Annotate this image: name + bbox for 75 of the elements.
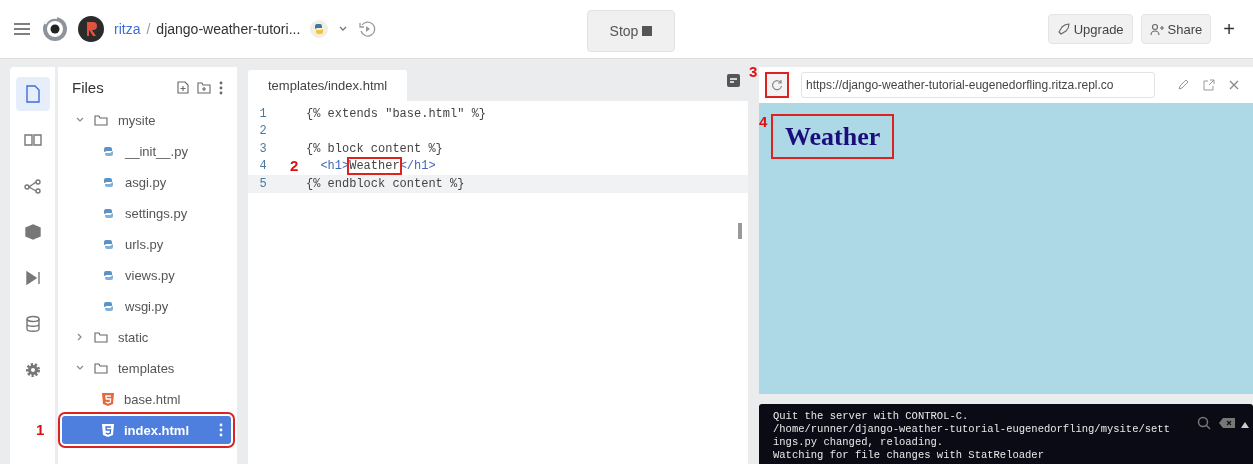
panel-title: Files bbox=[72, 79, 105, 96]
file-item[interactable]: base.html bbox=[62, 385, 231, 413]
python-file-icon bbox=[102, 144, 115, 158]
line-number: 2 bbox=[258, 124, 268, 139]
folder-item[interactable]: templates bbox=[62, 354, 231, 382]
line-number: 5 bbox=[258, 176, 268, 191]
console-line: /home/runner/django-weather-tutorial-eugenedorfling/mysite/sett bbox=[773, 423, 1170, 436]
annotation-number: 1 bbox=[36, 421, 45, 438]
python-file-icon bbox=[102, 268, 115, 282]
line-number: 1 bbox=[258, 106, 268, 121]
menu-icon[interactable] bbox=[12, 21, 32, 37]
console-line: Watching for file changes with StatReloader bbox=[773, 449, 1044, 462]
python-file-icon bbox=[102, 299, 115, 313]
file-item[interactable]: urls.py bbox=[62, 230, 231, 258]
spiral-logo-icon[interactable] bbox=[42, 16, 68, 42]
console-line: ings.py changed, reloading. bbox=[773, 436, 944, 449]
close-icon[interactable] bbox=[1229, 80, 1239, 90]
files-icon[interactable] bbox=[15, 77, 50, 111]
owner-link[interactable]: ritza bbox=[114, 21, 141, 37]
folder-icon bbox=[94, 362, 108, 374]
new-file-icon[interactable] bbox=[177, 81, 189, 94]
more-icon[interactable] bbox=[219, 423, 223, 437]
repl-name[interactable]: django-weather-tutori... bbox=[156, 21, 301, 37]
folder-item[interactable]: static bbox=[62, 323, 231, 351]
annotation-number: 4 bbox=[759, 113, 768, 130]
upgrade-button[interactable]: Upgrade bbox=[1047, 14, 1133, 44]
search-icon[interactable] bbox=[1197, 416, 1211, 430]
external-link-icon[interactable] bbox=[1203, 79, 1215, 91]
more-icon[interactable] bbox=[219, 80, 223, 95]
file-item[interactable]: wsgi.py bbox=[62, 292, 231, 320]
line-number: 3 bbox=[258, 141, 268, 156]
clear-icon[interactable] bbox=[1219, 418, 1235, 428]
new-folder-icon[interactable] bbox=[197, 81, 211, 94]
minimap-icon[interactable] bbox=[727, 74, 740, 87]
file-item[interactable]: views.py bbox=[62, 261, 231, 289]
html-file-icon bbox=[102, 423, 114, 437]
chevron-right-icon[interactable] bbox=[76, 333, 84, 341]
chevron-down-icon[interactable] bbox=[338, 25, 349, 33]
page-heading: Weather bbox=[773, 116, 893, 157]
reload-icon bbox=[771, 79, 783, 91]
editor-tab[interactable]: templates/index.html bbox=[248, 70, 408, 101]
python-file-icon bbox=[102, 206, 115, 220]
add-person-icon bbox=[1149, 22, 1164, 36]
annotation-number: 2 bbox=[290, 156, 299, 174]
python-language-icon bbox=[310, 20, 329, 38]
stop-button[interactable]: Stop bbox=[587, 10, 675, 52]
file-item[interactable]: asgi.py bbox=[62, 168, 231, 196]
square-stop-icon bbox=[642, 26, 653, 36]
code-line: {% extends "base.html" %} bbox=[306, 106, 487, 121]
chevron-down-icon[interactable] bbox=[76, 116, 84, 124]
avatar-icon[interactable] bbox=[78, 16, 104, 42]
annotation-number: 3 bbox=[749, 63, 758, 80]
history-icon[interactable] bbox=[358, 20, 377, 38]
scrollbar-thumb[interactable] bbox=[738, 223, 742, 239]
chevron-down-icon[interactable] bbox=[76, 364, 84, 372]
reload-button[interactable] bbox=[767, 74, 787, 96]
pencil-icon[interactable] bbox=[1177, 79, 1189, 91]
folder-icon bbox=[94, 114, 108, 126]
code-line: {% block content %} bbox=[306, 141, 443, 156]
share-button[interactable]: Share bbox=[1140, 14, 1212, 44]
code-line: {% endblock content %} bbox=[306, 176, 465, 191]
python-file-icon bbox=[102, 237, 115, 251]
file-item[interactable]: settings.py bbox=[62, 199, 231, 227]
console-line: Quit the server with CONTROL-C. bbox=[773, 410, 969, 423]
url-field[interactable]: https://django-weather-tutorial-eugenedorfling.ritza.repl.co bbox=[801, 72, 1155, 98]
file-item[interactable]: __init__.py bbox=[62, 137, 231, 165]
path-separator: / bbox=[146, 21, 151, 37]
add-button[interactable]: + bbox=[1219, 17, 1239, 41]
folder-item[interactable]: mysite bbox=[62, 106, 231, 134]
python-file-icon bbox=[102, 175, 115, 189]
folder-icon bbox=[94, 331, 108, 343]
line-number: 4 bbox=[258, 159, 268, 174]
html-file-icon bbox=[102, 392, 114, 406]
scroll-up-icon[interactable] bbox=[1241, 422, 1249, 428]
rocket-icon bbox=[1056, 22, 1070, 36]
